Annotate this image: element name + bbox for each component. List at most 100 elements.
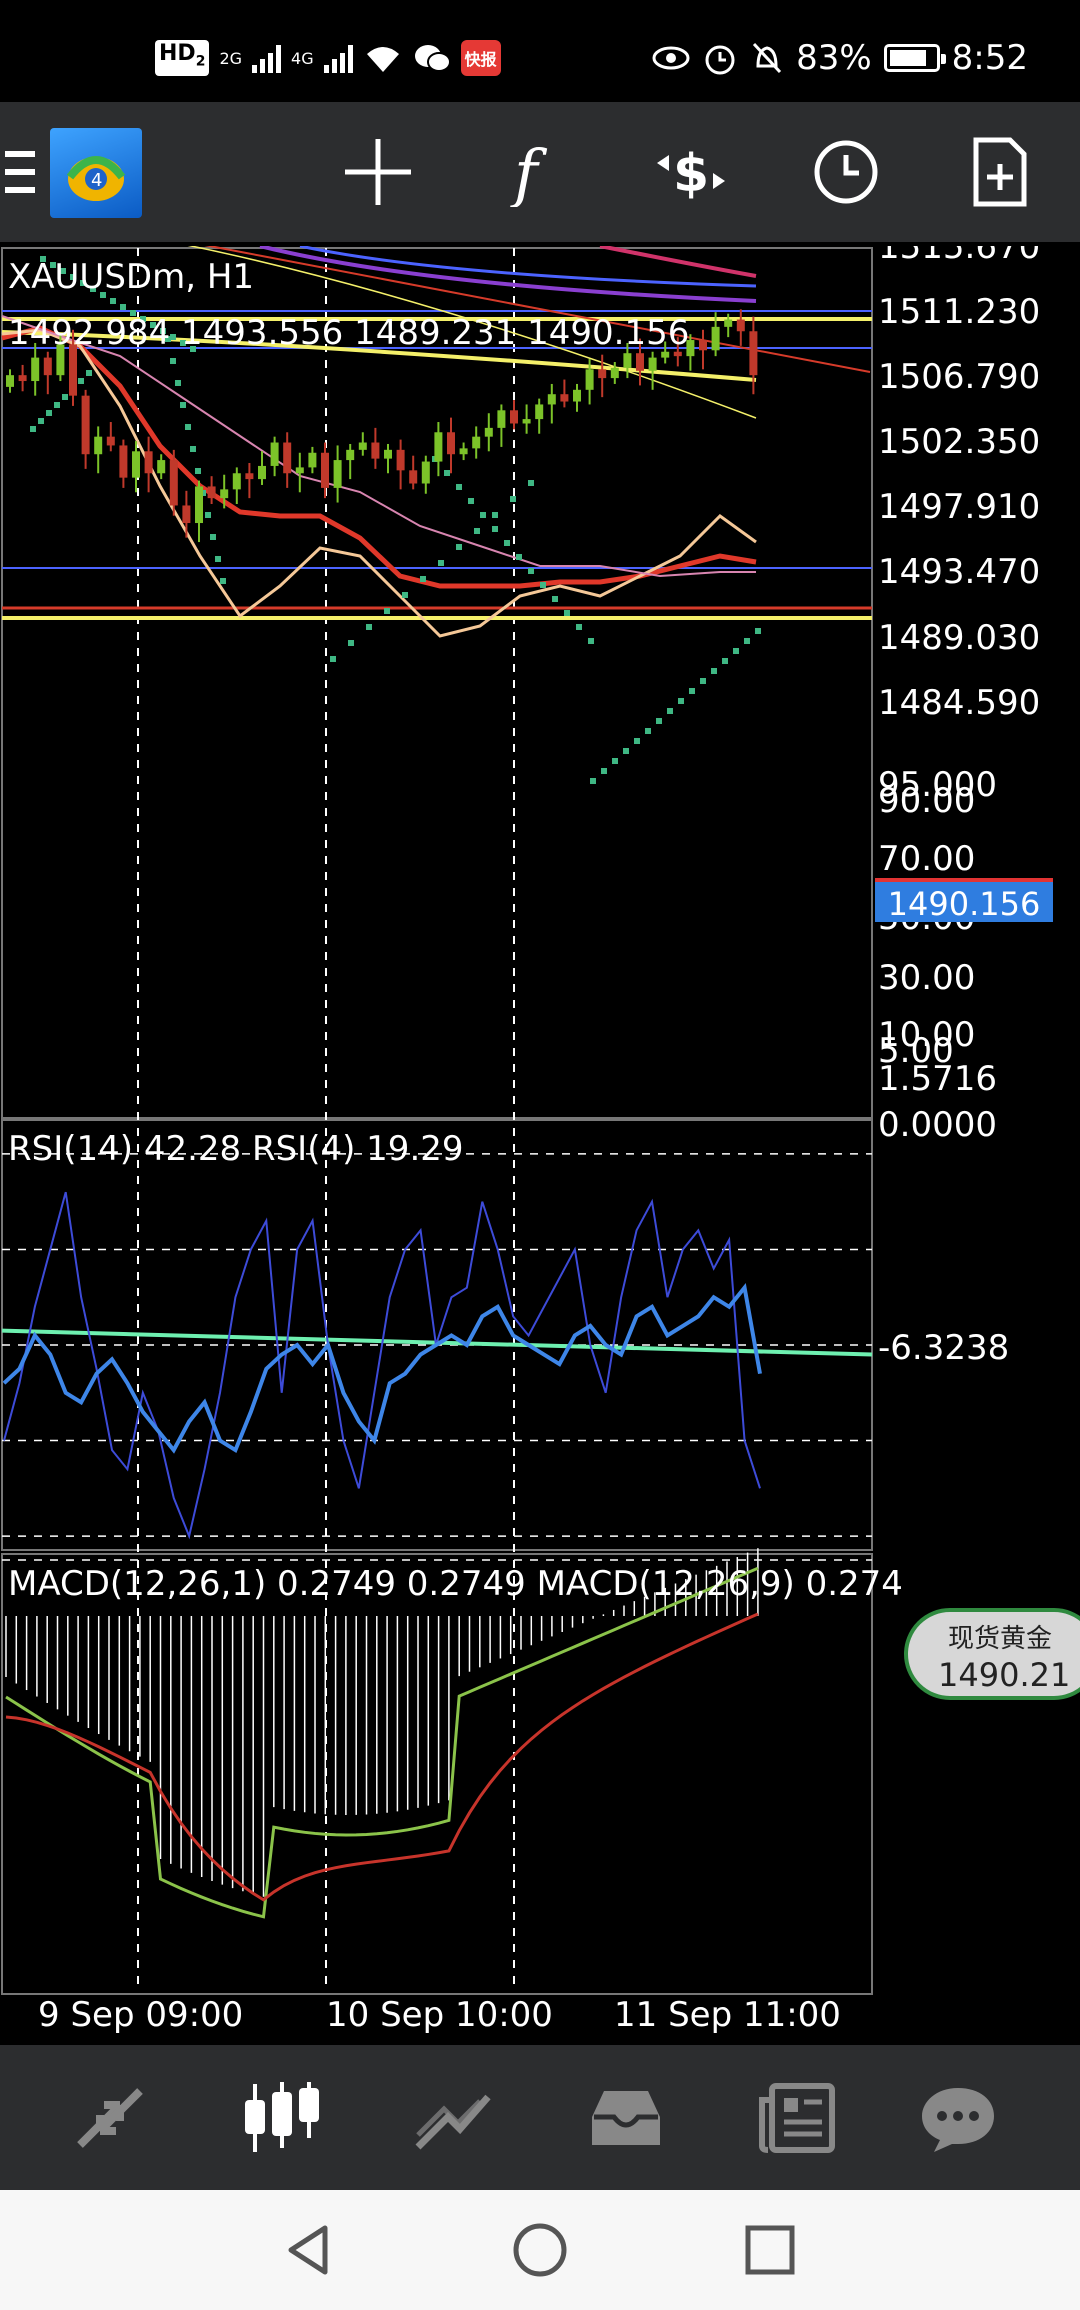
candle-body <box>169 460 178 506</box>
macd-axis-label: -6.3238 <box>878 1328 1009 1368</box>
news-app-badge: 快报 <box>460 40 501 76</box>
psar-dot <box>516 554 522 560</box>
candle-body <box>623 353 632 368</box>
candle-body <box>94 436 103 455</box>
candle-body <box>396 449 405 471</box>
function-icon[interactable]: f <box>496 102 576 242</box>
candle-body <box>547 394 556 405</box>
psar-dot <box>215 556 221 562</box>
status-left: HD2 2G 4G 快报 <box>155 36 501 80</box>
psar-dot <box>175 380 181 386</box>
psar-dot <box>220 578 226 584</box>
bottom-nav <box>0 2045 1080 2190</box>
price-axis-label: 1497.910 <box>878 487 1040 527</box>
psar-dot <box>528 480 534 486</box>
psar-dot <box>504 540 510 546</box>
status-bar: HD2 2G 4G 快报 83% 8:52 <box>0 0 1080 102</box>
macd-axis-label: 0.0000 <box>878 1105 997 1145</box>
psar-dot <box>190 446 196 452</box>
new-document-icon[interactable] <box>960 102 1040 242</box>
candle-body <box>736 319 745 332</box>
candle-body <box>510 410 518 424</box>
price-axis-label: 1484.590 <box>878 683 1040 723</box>
clock-icon[interactable] <box>806 102 886 242</box>
nav-history[interactable] <box>556 2045 696 2190</box>
candle-body <box>585 369 594 390</box>
candle-body <box>358 442 367 450</box>
psar-dot <box>510 496 516 502</box>
candle-body <box>157 460 166 474</box>
nav-trade[interactable] <box>384 2045 524 2190</box>
price-axis-label: 1489.030 <box>878 618 1040 658</box>
candle-body <box>522 419 531 424</box>
psar-dot <box>185 424 191 430</box>
nav-chat[interactable] <box>888 2045 1028 2190</box>
psar-dot <box>330 656 336 662</box>
candle-body <box>270 442 279 466</box>
signal-bars-icon-2 <box>323 43 353 73</box>
candle-body <box>648 357 657 371</box>
candle-body <box>207 486 216 499</box>
gold-widget-title: 现货黄金 <box>948 1624 1053 1654</box>
candle-body <box>43 357 52 376</box>
candle-body <box>31 357 40 382</box>
back-triangle-icon[interactable] <box>268 2210 348 2290</box>
price-axis-label: 1515.670 <box>878 246 1040 267</box>
psar-dot <box>110 298 116 304</box>
candle-body <box>245 473 254 480</box>
psar-dot <box>733 648 739 654</box>
time-axis-label: 9 Sep 09:00 <box>38 1995 243 2035</box>
candle-body <box>283 442 292 474</box>
psar-dot <box>170 358 176 364</box>
candle-body <box>598 369 607 379</box>
psar-dot <box>474 528 480 534</box>
home-circle-icon[interactable] <box>500 2210 580 2290</box>
psar-dot <box>86 370 92 376</box>
nav-chart[interactable] <box>212 2045 352 2190</box>
psar-dot <box>576 624 582 630</box>
gold-price-widget[interactable]: 现货黄金 1490.21 <box>904 1608 1080 1700</box>
candle-body <box>434 432 443 462</box>
nav-news[interactable] <box>728 2045 868 2190</box>
psar-dot <box>590 778 596 784</box>
psar-dot <box>366 624 372 630</box>
rsi-axis-label: 30.00 <box>878 958 975 998</box>
candle-body <box>472 436 481 449</box>
psar-dot <box>54 402 60 408</box>
nav-quotes[interactable] <box>40 2045 180 2190</box>
macd-label: MACD(12,26,1) 0.2749 0.2749 MACD(12,26,9… <box>8 1564 903 1604</box>
time-axis-label: 10 Sep 10:00 <box>326 1995 553 2035</box>
crosshair-icon[interactable] <box>338 102 418 242</box>
psar-dot <box>38 418 44 424</box>
current-price-tag: 1490.156 <box>875 878 1053 923</box>
candle-body <box>610 367 619 379</box>
candle-body <box>132 451 140 478</box>
price-axis-label: 1506.790 <box>878 357 1040 397</box>
candle-body <box>232 473 241 490</box>
price-axis-label: 1502.350 <box>878 422 1040 462</box>
hd-icon: HD2 <box>155 40 210 76</box>
dollar-trade-icon[interactable]: $ <box>648 102 733 242</box>
psar-dot <box>552 596 558 602</box>
hamburger-icon[interactable] <box>0 102 40 242</box>
psar-dot <box>180 402 186 408</box>
rsi14-line <box>2 1283 762 1454</box>
quotes-arrows-icon <box>77 2087 143 2148</box>
candle-body <box>6 375 14 387</box>
system-navigation-bar <box>0 2190 1080 2310</box>
chart-canvas[interactable]: 1515.670 1511.230 1506.790 1502.350 1497.910… <box>0 246 1080 2046</box>
candle-body <box>119 445 128 478</box>
psar-dot <box>456 484 462 490</box>
svg-text:$: $ <box>673 144 709 204</box>
mt4-logo-icon[interactable]: 4 <box>50 128 142 218</box>
ma-magenta <box>599 246 757 278</box>
recents-square-icon[interactable] <box>730 2210 810 2290</box>
candle-body <box>195 486 203 524</box>
psar-dot <box>667 708 673 714</box>
psar-dot <box>588 638 594 644</box>
candle-body <box>144 451 153 474</box>
candle-body <box>220 489 229 499</box>
chart-window[interactable]: 1515.670 1511.230 1506.790 1502.350 1497.910… <box>0 246 1080 2046</box>
psar-dot <box>528 568 534 574</box>
psar-dot <box>438 560 444 566</box>
